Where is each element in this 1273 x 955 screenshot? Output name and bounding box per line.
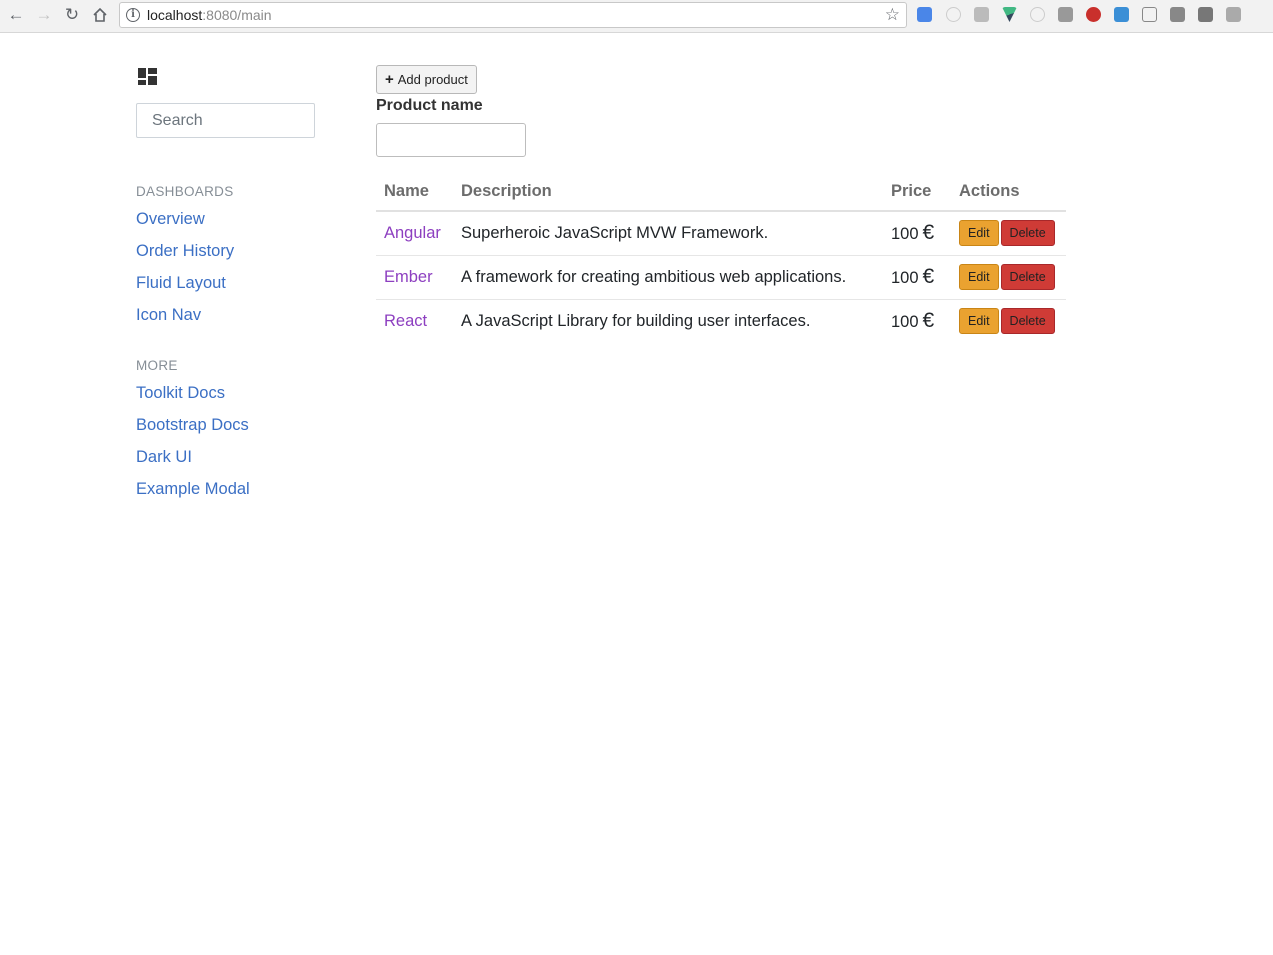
nav-link-icon-nav[interactable]: Icon Nav [136,306,201,325]
product-description: A framework for creating ambitious web a… [453,255,883,300]
angular-extension-icon[interactable] [1086,7,1101,22]
extension-icon[interactable] [1142,7,1157,22]
edit-button[interactable]: Edit [959,220,999,247]
delete-button[interactable]: Delete [1000,264,1055,290]
product-price: 100 € [883,211,951,256]
extension-icon[interactable] [974,7,989,22]
delete-button[interactable]: Delete [1000,220,1055,247]
back-icon[interactable]: ← [4,4,28,26]
euro-icon: € [922,265,935,288]
row-actions: Edit Delete [951,211,1066,256]
product-name-input[interactable] [376,123,526,157]
nav-link-example-modal[interactable]: Example Modal [136,480,250,499]
column-header-price: Price [883,172,951,212]
react-devtools-icon[interactable] [1030,7,1045,22]
extension-icon[interactable] [1170,7,1185,22]
table-header-row: Name Description Price Actions [376,172,1066,212]
row-actions: Edit Delete [951,255,1066,300]
table-row: React A JavaScript Library for building … [376,299,1066,343]
extension-icon[interactable] [946,7,961,22]
nav-link-dark-ui[interactable]: Dark UI [136,448,192,467]
nav-link-bootstrap-docs[interactable]: Bootstrap Docs [136,416,249,435]
product-description: A JavaScript Library for building user i… [461,311,811,330]
dashboard-icon[interactable] [138,68,157,85]
column-header-description: Description [453,172,883,212]
nav-link-order-history[interactable]: Order History [136,242,234,261]
extension-icon[interactable] [1058,7,1073,22]
translate-extension-icon[interactable] [917,7,932,22]
table-row: Angular Superheroic JavaScript MVW Frame… [376,211,1066,256]
edit-button[interactable]: Edit [959,308,999,335]
forward-icon[interactable]: → [32,4,56,26]
extension-icon[interactable] [1198,7,1213,22]
product-name-link[interactable]: Ember [384,268,433,286]
edit-button[interactable]: Edit [959,264,999,290]
address-bar[interactable]: i localhost:8080/main ☆ [119,2,907,28]
reload-icon[interactable]: ↻ [60,4,84,26]
products-table: Name Description Price Actions Angular S… [376,172,1066,343]
search-input[interactable] [136,103,315,138]
browser-toolbar: ← → ↻ i localhost:8080/main ☆ [0,0,1273,33]
row-actions: Edit Delete [951,299,1066,343]
euro-icon: € [922,309,935,333]
column-header-name: Name [376,172,453,212]
vue-devtools-icon[interactable] [1002,7,1017,22]
add-product-label: Add product [397,72,468,87]
euro-icon: € [922,221,935,245]
nav-link-overview[interactable]: Overview [136,210,205,229]
product-description: Superheroic JavaScript MVW Framework. [453,211,883,256]
info-icon[interactable]: i [126,8,140,22]
delete-button[interactable]: Delete [1000,308,1055,335]
nav-link-fluid-layout[interactable]: Fluid Layout [136,274,226,293]
bookmark-star-icon[interactable]: ☆ [885,5,900,25]
url-text: localhost:8080/main [147,7,272,23]
extension-icon[interactable] [1114,7,1129,22]
column-header-actions: Actions [951,172,1066,212]
product-name-link[interactable]: Angular [384,224,441,242]
product-name-label: Product name [376,97,483,114]
product-price: 100 € [891,309,935,333]
product-name-link[interactable]: React [384,312,427,330]
product-price: 100 € [883,255,951,300]
table-row: Ember A framework for creating ambitious… [376,255,1066,300]
add-product-button[interactable]: + Add product [376,65,477,94]
nav-header-more: MORE [136,358,178,373]
nav-header-dashboards: DASHBOARDS [136,184,234,199]
nav-link-toolkit-docs[interactable]: Toolkit Docs [136,384,225,403]
home-icon[interactable] [88,4,112,26]
extension-icon[interactable] [1226,7,1241,22]
plus-icon: + [385,71,394,88]
